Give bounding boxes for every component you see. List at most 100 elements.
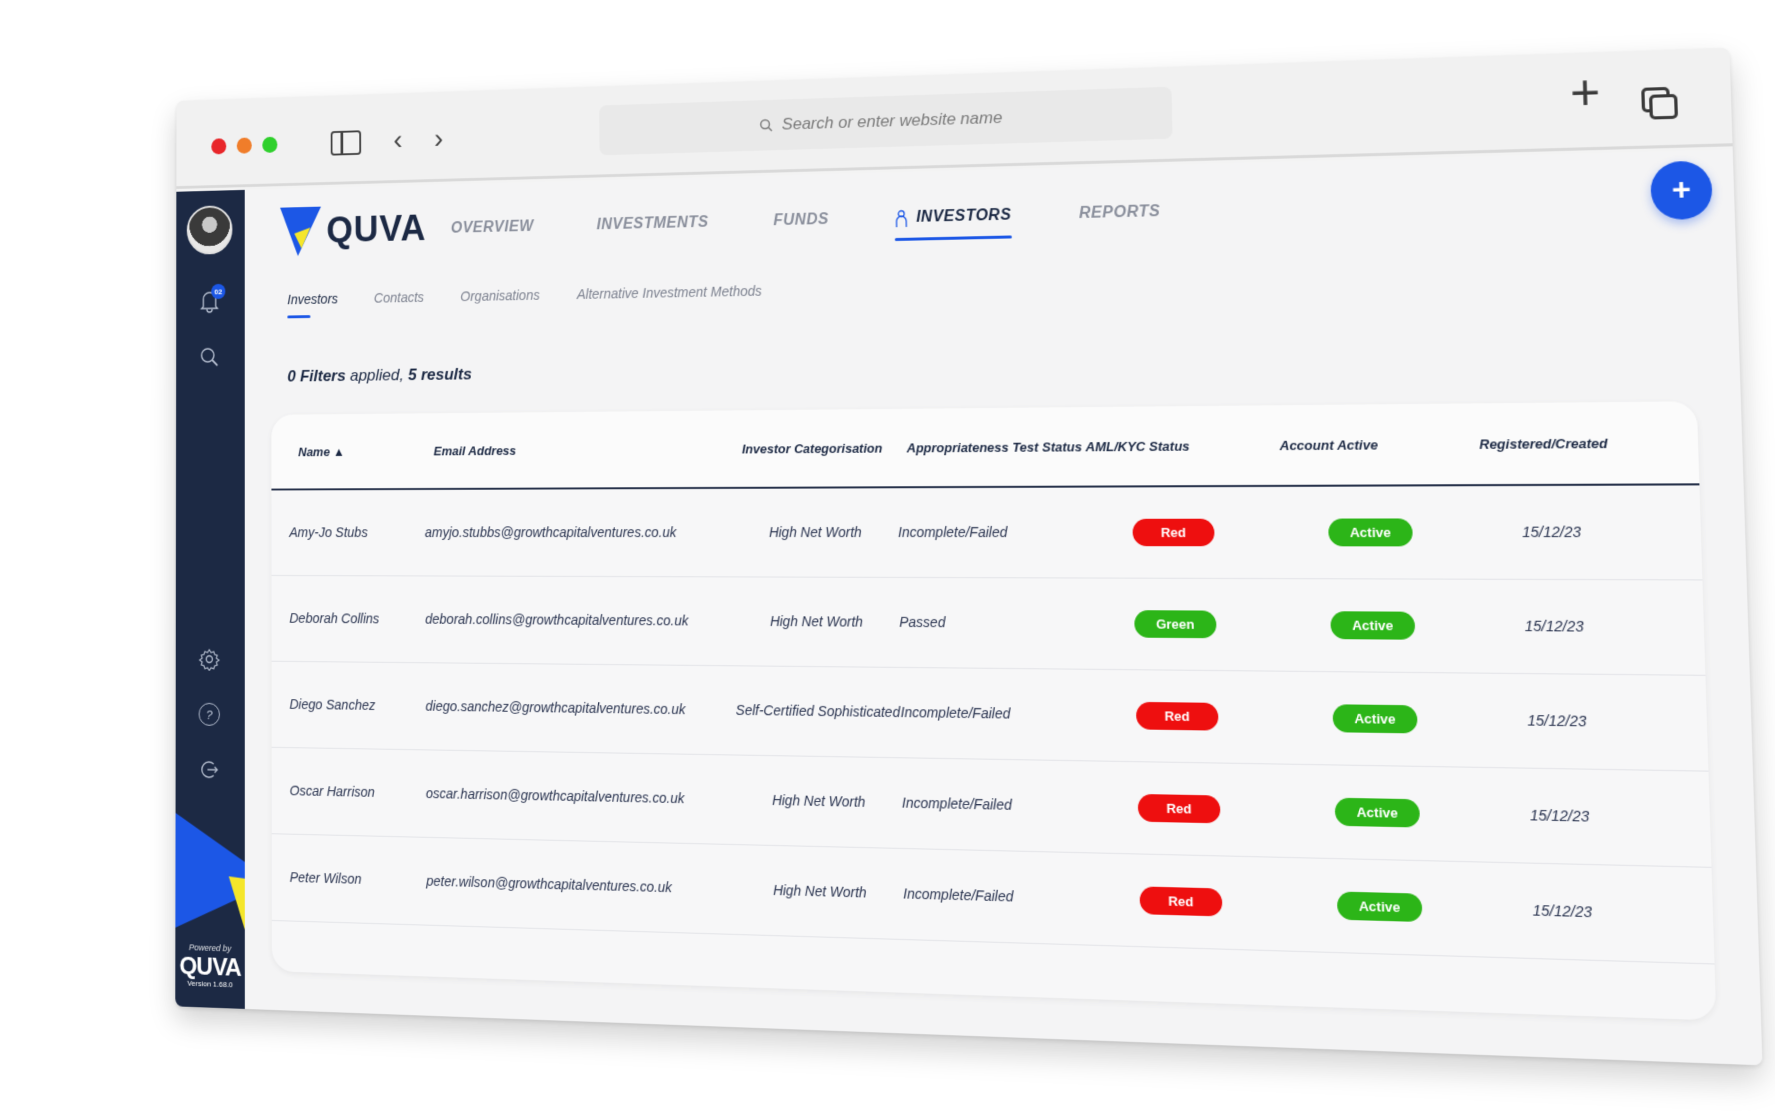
subtab-alternative-investment-methods[interactable]: Alternative Investment Methods — [577, 283, 762, 302]
search-icon — [199, 346, 220, 369]
cell-email: amyjo.stubbs@growthcapitalventures.co.uk — [424, 524, 677, 540]
stage: ‹ › Search or enter website name + 02 ? … — [0, 0, 1775, 1119]
logout-button[interactable] — [193, 752, 225, 787]
cell-account-active: Active — [1279, 890, 1481, 924]
cell-account-active: Active — [1271, 518, 1471, 547]
cell-created: 15/12/23 — [1524, 617, 1584, 635]
nav-label: INVESTORS — [916, 206, 1012, 226]
cell-aml-kyc: Red — [1083, 885, 1279, 918]
cell-appropriateness: Incomplete/Failed — [897, 523, 1008, 541]
url-placeholder: Search or enter website name — [781, 108, 1003, 134]
aml-status-badge: Green — [1134, 610, 1217, 639]
nav-investments[interactable]: INVESTMENTS — [597, 214, 709, 234]
add-button[interactable]: + — [1649, 160, 1713, 221]
column-header-aml-kyc[interactable]: AML/KYC Status — [1085, 437, 1279, 454]
settings-button[interactable] — [193, 642, 225, 677]
aml-status-badge: Red — [1137, 793, 1221, 824]
nav-funds[interactable]: FUNDS — [773, 211, 829, 230]
cell-created: 15/12/23 — [1521, 523, 1582, 541]
nav-label: FUNDS — [773, 211, 829, 230]
main-content: QUVA OVERVIEW INVESTMENTS FUNDS INVESTOR… — [244, 149, 1763, 1066]
applied-label: applied, — [345, 365, 409, 385]
avatar[interactable] — [186, 205, 233, 255]
cell-categorisation: High Net Worth — [772, 881, 867, 901]
notifications-button[interactable]: 02 — [194, 283, 226, 318]
logout-icon — [199, 758, 220, 781]
subtab-contacts[interactable]: Contacts — [374, 289, 424, 305]
app-sidebar: 02 ? Powered by QUVA Version 1.68.0 — [175, 189, 292, 1009]
logo-mark-icon — [280, 206, 322, 257]
column-header-created[interactable]: Registered/Created — [1479, 435, 1641, 451]
maximize-window-button[interactable] — [262, 136, 278, 153]
nav-overview[interactable]: OVERVIEW — [451, 218, 534, 237]
cell-appropriateness: Incomplete/Failed — [903, 885, 1014, 905]
column-header-appropriateness[interactable]: Appropriateness Test Status — [907, 439, 1086, 455]
table-row[interactable]: Amy-Jo Stubs amyjo.stubbs@growthcapitalv… — [271, 485, 1703, 581]
cell-categorisation: High Net Worth — [771, 791, 866, 810]
account-active-badge: Active — [1330, 611, 1416, 640]
url-bar[interactable]: Search or enter website name — [599, 86, 1173, 156]
account-active-badge: Active — [1336, 891, 1423, 923]
column-header-name[interactable]: Name ▲ — [298, 443, 433, 459]
filters-count[interactable]: 0 Filters — [287, 367, 345, 386]
cell-account-active: Active — [1277, 797, 1479, 829]
search-button[interactable] — [194, 340, 226, 374]
cell-name: Diego Sanchez — [289, 696, 376, 713]
cell-email: oscar.harrison@growthcapitalventures.co.… — [425, 785, 685, 807]
column-header-categorisation[interactable]: Investor Categorisation — [742, 440, 907, 456]
table-body: Amy-Jo Stubs amyjo.stubbs@growthcapitalv… — [271, 485, 1715, 965]
cell-aml-kyc: Green — [1078, 610, 1273, 639]
cell-account-active: Active — [1275, 704, 1476, 735]
help-button[interactable]: ? — [193, 697, 225, 732]
nav-label: INVESTMENTS — [596, 214, 709, 234]
cell-name: Oscar Harrison — [289, 782, 375, 800]
table-header: Name ▲ Email Address Investor Categorisa… — [271, 401, 1700, 491]
cell-appropriateness: Incomplete/Failed — [900, 704, 1011, 722]
back-icon[interactable]: ‹ — [393, 123, 402, 157]
new-tab-icon[interactable]: + — [1569, 65, 1601, 120]
investors-table: Name ▲ Email Address Investor Categorisa… — [271, 401, 1717, 1021]
cell-created: 15/12/23 — [1532, 901, 1593, 921]
tab-overview-icon[interactable] — [1641, 86, 1679, 121]
search-icon — [759, 118, 773, 132]
aml-status-badge: Red — [1132, 518, 1215, 547]
sub-navigation: Investors Contacts Organisations Alterna… — [287, 283, 762, 307]
cell-aml-kyc: Red — [1077, 518, 1272, 547]
forward-icon[interactable]: › — [434, 122, 443, 156]
cell-email: peter.wilson@growthcapitalventures.co.uk — [426, 872, 672, 896]
cell-name: Deborah Collins — [289, 610, 380, 627]
nav-investors[interactable]: INVESTORS — [895, 207, 1012, 228]
minimize-window-button[interactable] — [236, 137, 252, 154]
cell-categorisation: High Net Worth — [768, 524, 862, 541]
sidebar-toggle-icon[interactable] — [330, 130, 362, 156]
browser-window: ‹ › Search or enter website name + 02 ? … — [175, 47, 1763, 1066]
column-header-email[interactable]: Email Address — [434, 441, 742, 458]
cell-created: 15/12/23 — [1527, 711, 1587, 730]
table-row[interactable]: Deborah Collins deborah.collins@growthca… — [271, 575, 1706, 676]
aml-status-badge: Red — [1139, 886, 1223, 917]
cell-created: 15/12/23 — [1529, 806, 1590, 825]
column-header-account-active[interactable]: Account Active — [1279, 436, 1479, 453]
cell-name: Peter Wilson — [289, 869, 362, 887]
cell-categorisation: Self-Certified Sophisticated — [735, 701, 901, 721]
cell-categorisation: High Net Worth — [769, 613, 863, 630]
cell-aml-kyc: Red — [1082, 793, 1278, 825]
cell-account-active: Active — [1273, 611, 1474, 640]
nav-label: REPORTS — [1078, 203, 1161, 222]
close-window-button[interactable] — [211, 138, 227, 155]
cell-email: diego.sanchez@growthcapitalventures.co.u… — [425, 698, 686, 718]
powered-by-logo: QUVA — [179, 950, 241, 982]
version-label: Version 1.68.0 — [187, 978, 233, 990]
subtab-organisations[interactable]: Organisations — [460, 287, 539, 304]
account-active-badge: Active — [1328, 518, 1413, 547]
subtab-investors[interactable]: Investors — [287, 291, 338, 307]
cell-aml-kyc: Red — [1080, 701, 1276, 731]
notification-badge: 02 — [211, 283, 226, 300]
cell-email: deborah.collins@growthcapitalventures.co… — [425, 611, 689, 629]
nav-reports[interactable]: REPORTS — [1079, 203, 1160, 223]
app-logo[interactable]: QUVA — [280, 204, 426, 257]
account-active-badge: Active — [1332, 704, 1418, 734]
cell-appropriateness: Incomplete/Failed — [901, 794, 1013, 813]
gear-icon — [199, 648, 220, 671]
powered-by-label: Powered by — [188, 942, 232, 954]
